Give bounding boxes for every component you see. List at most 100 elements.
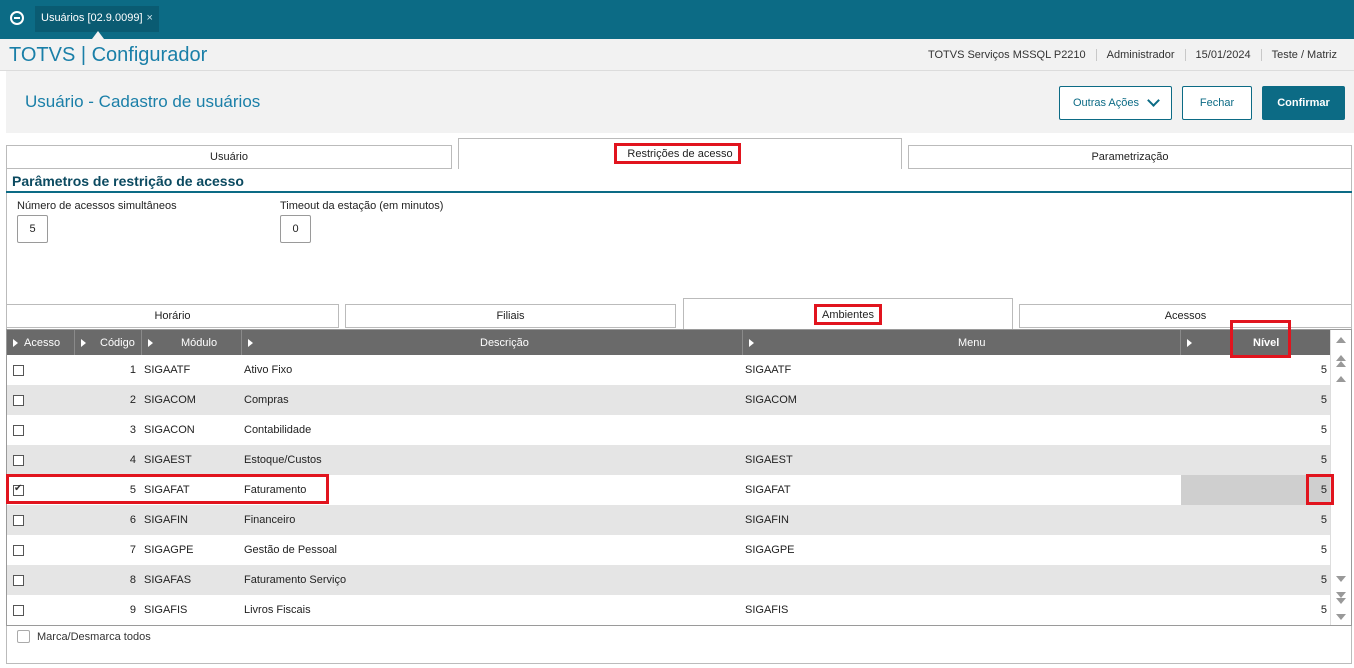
- cell-menu: SIGACOM: [745, 394, 797, 406]
- access-checkbox[interactable]: [13, 565, 24, 595]
- app-title: TOTVS | Configurador: [9, 44, 208, 66]
- checkbox-icon[interactable]: [13, 364, 24, 376]
- cell-nivel: 5: [1320, 394, 1327, 406]
- column-label: Módulo: [181, 336, 218, 349]
- station-timeout-input[interactable]: 0: [280, 215, 311, 243]
- highlight-box-sigafat-row: [6, 474, 329, 504]
- section-divider: [6, 191, 1352, 193]
- simultaneous-access-label: Número de acessos simultâneos: [17, 200, 177, 212]
- column-header-modulo[interactable]: Módulo: [142, 330, 242, 355]
- cell-codigo: 8: [129, 574, 136, 586]
- cell-descricao: Estoque/Custos: [244, 454, 322, 466]
- other-actions-button[interactable]: Outras Ações: [1059, 86, 1172, 120]
- cell-modulo: SIGAFIS: [144, 604, 188, 616]
- cell-modulo: SIGACOM: [144, 394, 196, 406]
- column-header-menu[interactable]: Menu: [743, 330, 1181, 355]
- top-bar: Usuários [02.9.0099] ×: [0, 0, 1354, 39]
- sort-arrow-icon: [1187, 338, 1192, 347]
- checkbox-icon[interactable]: [13, 574, 24, 586]
- select-all-label: Marca/Desmarca todos: [37, 631, 151, 643]
- scroll-up-icon[interactable]: [1336, 337, 1346, 343]
- table-row[interactable]: 8 SIGAFAS Faturamento Serviço 5: [7, 565, 1330, 595]
- section-title: Parâmetros de restrição de acesso: [12, 173, 244, 189]
- cell-codigo: 9: [129, 604, 136, 616]
- cell-modulo: SIGAEST: [144, 454, 192, 466]
- table-row[interactable]: 1 SIGAATF Ativo Fixo SIGAATF 5: [7, 355, 1330, 385]
- table-row[interactable]: 9 SIGAFIS Livros Fiscais SIGAFIS 5: [7, 595, 1330, 625]
- tab-acessos[interactable]: Acessos: [1019, 304, 1352, 328]
- table-row[interactable]: 7 SIGAGPE Gestão de Pessoal SIGAGPE 5: [7, 535, 1330, 565]
- totvs-logo-icon[interactable]: [10, 11, 24, 25]
- cell-descricao: Compras: [244, 394, 289, 406]
- scroll-top-icon[interactable]: [1336, 376, 1346, 382]
- simultaneous-access-input[interactable]: 5: [17, 215, 48, 243]
- confirm-button[interactable]: Confirmar: [1262, 86, 1345, 120]
- highlight-box-sigafat-nivel: [1306, 474, 1334, 505]
- table-row[interactable]: 4 SIGAEST Estoque/Custos SIGAEST 5: [7, 445, 1330, 475]
- access-checkbox[interactable]: [13, 535, 24, 565]
- environment-label: TOTVS Serviços MSSQL P2210: [927, 49, 1086, 61]
- access-checkbox[interactable]: [13, 355, 24, 385]
- scroll-bottom-icon[interactable]: [1336, 576, 1346, 582]
- tab-filiais[interactable]: Filiais: [345, 304, 676, 328]
- highlight-box-restricoes: [614, 143, 741, 164]
- bottom-divider: [6, 663, 1352, 664]
- cell-modulo: SIGAFAS: [144, 574, 192, 586]
- sort-arrow-icon: [248, 338, 253, 347]
- column-header-codigo[interactable]: Código: [75, 330, 142, 355]
- cell-menu: SIGAATF: [745, 364, 792, 376]
- scroll-down-icon[interactable]: [1336, 614, 1346, 620]
- branch-label: Teste / Matriz: [1260, 49, 1347, 61]
- sort-arrow-icon: [81, 338, 86, 347]
- column-label: Acesso: [24, 336, 61, 349]
- cell-menu: SIGAEST: [745, 454, 793, 466]
- tab-parametrizacao[interactable]: Parametrização: [908, 145, 1352, 169]
- access-checkbox[interactable]: [13, 385, 24, 415]
- cell-codigo: 6: [129, 514, 136, 526]
- cell-modulo: SIGAFIN: [144, 514, 189, 526]
- column-header-descricao[interactable]: Descrição: [242, 330, 743, 355]
- access-checkbox[interactable]: [13, 415, 24, 445]
- select-all-checkbox[interactable]: [17, 630, 30, 643]
- checkbox-icon[interactable]: [13, 424, 24, 436]
- checkbox-icon[interactable]: [13, 454, 24, 466]
- table-row[interactable]: 3 SIGACON Contabilidade 5: [7, 415, 1330, 445]
- access-checkbox[interactable]: [13, 445, 24, 475]
- scroll-page-down-icon-2: [1336, 598, 1346, 604]
- access-checkbox[interactable]: [13, 595, 24, 625]
- cell-modulo: SIGAGPE: [144, 544, 194, 556]
- user-label: Administrador: [1095, 49, 1185, 61]
- table-row[interactable]: 6 SIGAFIN Financeiro SIGAFIN 5: [7, 505, 1330, 535]
- cell-nivel: 5: [1320, 364, 1327, 376]
- tab-usuario[interactable]: Usuário: [6, 145, 452, 169]
- checkbox-icon[interactable]: [13, 544, 24, 556]
- table-row[interactable]: 2 SIGACOM Compras SIGACOM 5: [7, 385, 1330, 415]
- cell-descricao: Faturamento Serviço: [244, 574, 347, 586]
- cell-descricao: Gestão de Pessoal: [244, 544, 337, 556]
- tab-horario[interactable]: Horário: [6, 304, 339, 328]
- access-checkbox[interactable]: [13, 505, 24, 535]
- cell-menu: SIGAFAT: [745, 484, 791, 496]
- cell-nivel: 5: [1320, 514, 1327, 526]
- grid-header: Acesso Código Módulo Descrição Menu Níve…: [7, 330, 1330, 355]
- cell-descricao: Livros Fiscais: [244, 604, 311, 616]
- sort-arrow-icon: [749, 338, 754, 347]
- cell-codigo: 3: [129, 424, 136, 436]
- cell-modulo: SIGACON: [144, 424, 195, 436]
- page-header: Usuário - Cadastro de usuários Outras Aç…: [6, 71, 1354, 133]
- checkbox-icon[interactable]: [13, 394, 24, 406]
- close-button[interactable]: Fechar: [1182, 86, 1252, 120]
- chevron-down-icon: [1147, 94, 1160, 107]
- sort-arrow-icon: [13, 338, 18, 347]
- window-tab[interactable]: Usuários [02.9.0099] ×: [35, 6, 159, 32]
- active-tab-notch: [92, 31, 104, 39]
- checkbox-icon[interactable]: [13, 604, 24, 616]
- cell-nivel: 5: [1320, 544, 1327, 556]
- column-header-acesso[interactable]: Acesso: [7, 330, 75, 355]
- cell-descricao: Ativo Fixo: [244, 364, 293, 376]
- cell-menu: SIGAFIN: [745, 514, 790, 526]
- checkbox-icon[interactable]: [13, 514, 24, 526]
- cell-codigo: 2: [129, 394, 136, 406]
- cell-codigo: 1: [129, 364, 136, 376]
- close-tab-icon[interactable]: ×: [147, 12, 153, 24]
